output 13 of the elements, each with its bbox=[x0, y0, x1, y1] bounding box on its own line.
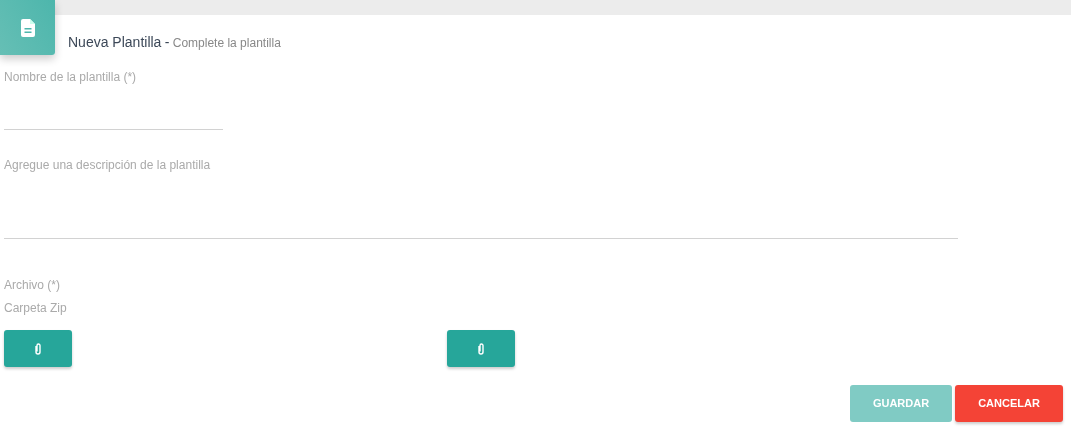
title-separator: - bbox=[164, 34, 170, 50]
attach-button[interactable] bbox=[4, 330, 72, 367]
attach-button[interactable] bbox=[447, 330, 515, 367]
field-label: Agregue una descripción de la plantilla bbox=[4, 157, 212, 174]
form-title: Nueva Plantilla bbox=[68, 34, 162, 50]
file-label: Archivo (*) bbox=[4, 277, 61, 294]
file-hint: Carpeta Zip bbox=[4, 300, 68, 317]
cancel-button[interactable]: CANCELAR bbox=[955, 385, 1063, 422]
field-label: Nombre de la plantilla (*) bbox=[4, 69, 138, 86]
document-icon bbox=[0, 0, 55, 55]
paperclip-icon bbox=[477, 342, 485, 355]
form-subtitle: Complete la plantilla bbox=[172, 36, 281, 50]
paperclip-icon bbox=[34, 342, 42, 355]
